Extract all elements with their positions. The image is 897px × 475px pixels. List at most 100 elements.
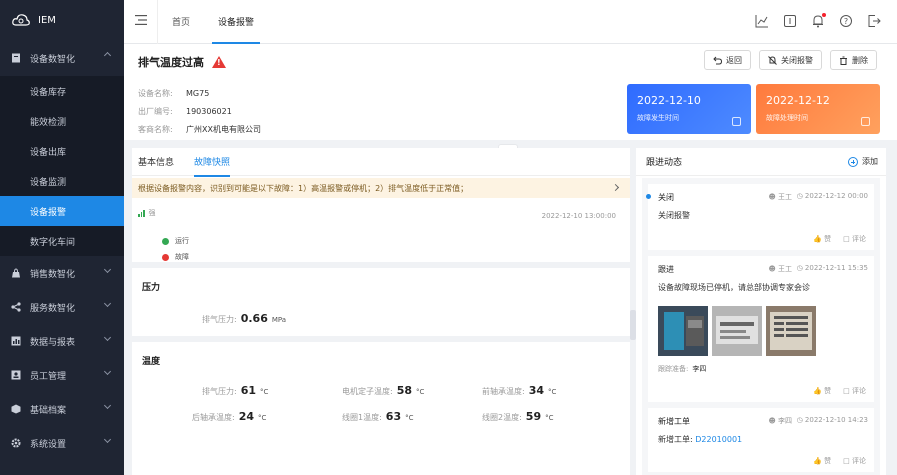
sidebar-sub-workshop[interactable]: 数字化车间 xyxy=(0,226,124,256)
info-value: 190306021 xyxy=(186,106,232,116)
metric-unit: °C xyxy=(258,414,267,422)
log-title: 跟进 xyxy=(658,265,674,274)
sidebar-item-label: 服务数智化 xyxy=(30,303,76,314)
comment-button[interactable]: □ 评论 xyxy=(843,456,866,466)
occur-time-card: 2022-12-10 故障发生时间 xyxy=(627,84,751,134)
sidebar-sub-inventory[interactable]: 设备库存 xyxy=(0,76,124,106)
info-row: 客商名称: 广州XX机电有限公司 xyxy=(138,120,261,138)
like-button[interactable]: 👍 赞 xyxy=(813,234,831,244)
log-author-name: 王工 xyxy=(778,265,792,273)
sidebar-sub-alarm[interactable]: 设备报警 xyxy=(0,196,124,226)
like-label: 赞 xyxy=(824,235,832,243)
sidebar-sub-outbound[interactable]: 设备出库 xyxy=(0,136,124,166)
metric: 前轴承温度: 34 °C xyxy=(482,384,556,397)
metric-value: 61 xyxy=(240,384,257,397)
bell-icon[interactable] xyxy=(811,13,826,28)
detail-tabs: 基本信息 故障快照 xyxy=(132,148,630,177)
list-item: 新增工单 ☻ 李四 ◷ 2022-12-10 14:23 新增工单: D2201… xyxy=(648,408,874,472)
delete-button[interactable]: 删除 xyxy=(830,50,877,70)
running-dot-icon xyxy=(162,237,169,245)
signal-strength: 强 xyxy=(138,208,156,218)
tab-basic-info[interactable]: 基本信息 xyxy=(138,148,174,176)
photo-thumbnail[interactable] xyxy=(712,306,762,356)
calendar-icon xyxy=(861,117,870,126)
handle-date: 2022-12-12 xyxy=(766,94,830,107)
close-alarm-button[interactable]: 关闭报警 xyxy=(759,50,822,70)
list-item: 跟进 ☻ 王工 ◷ 2022-12-11 15:35 设备故障现场已停机，请总部… xyxy=(648,256,874,402)
help-icon[interactable]: ? xyxy=(839,14,853,28)
share-icon xyxy=(10,301,22,313)
metric: 排气压力: 0.66 MPa xyxy=(202,312,286,325)
metric-value: 24 xyxy=(238,410,255,423)
follow-up-list: 关闭 ☻ 王工 ◷ 2022-12-12 00:00 关闭报警 👍 赞 □ 评论… xyxy=(642,178,880,475)
sidebar-item-archive[interactable]: 基础档案 xyxy=(0,392,124,426)
menu-toggle-button[interactable] xyxy=(124,0,158,44)
log-time: ◷ 2022-12-11 15:35 xyxy=(796,264,868,272)
chevron-down-icon xyxy=(103,299,112,308)
book-icon[interactable] xyxy=(783,14,797,28)
sidebar-item-label: 员工管理 xyxy=(30,371,67,382)
tracker-name: 李四 xyxy=(692,365,707,373)
fault-notice[interactable]: 根据设备报警内容，识别到可能是以下故障：1）高温报警或停机；2）排气温度低于正常… xyxy=(132,178,630,198)
sidebar-item-settings[interactable]: 系统设置 xyxy=(0,426,124,460)
photo-list xyxy=(658,306,816,356)
log-time: ◷ 2022-12-12 00:00 xyxy=(796,192,868,200)
metric-unit: °C xyxy=(260,388,269,396)
logout-icon[interactable] xyxy=(867,14,881,28)
tab-home[interactable]: 首页 xyxy=(158,0,204,44)
sidebar-item-reports[interactable]: 数据与报表 xyxy=(0,324,124,358)
log-actions: 👍 赞 □ 评论 xyxy=(813,234,866,244)
log-content-prefix: 新增工单: xyxy=(658,435,693,444)
follow-up-panel: 跟进动态 添加 关闭 ☻ 王工 ◷ 2022-12-12 00:00 关闭报警 … xyxy=(636,148,886,475)
metric-unit: °C xyxy=(545,414,554,422)
work-order-link[interactable]: D22010001 xyxy=(695,435,742,444)
sidebar-item-device[interactable]: 设备数智化 xyxy=(0,40,124,76)
back-button[interactable]: 返回 xyxy=(704,50,751,70)
fault-dot-icon xyxy=(162,253,169,261)
metric-unit: °C xyxy=(416,388,425,396)
info-row: 设备名称: MG75 xyxy=(138,84,261,102)
metric-unit: °C xyxy=(405,414,414,422)
metric-value: 58 xyxy=(396,384,413,397)
device-info: 设备名称: MG75 出厂编号: 190306021 客商名称: 广州XX机电有限公司 xyxy=(138,84,261,138)
comment-label: 评论 xyxy=(852,387,866,395)
tab-fault-snapshot[interactable]: 故障快照 xyxy=(194,148,231,177)
like-button[interactable]: 👍 赞 xyxy=(813,456,831,466)
section-title: 温度 xyxy=(142,357,161,367)
section-title: 压力 xyxy=(142,283,161,293)
app-logo[interactable]: IEM xyxy=(0,0,124,40)
comment-button[interactable]: □ 评论 xyxy=(843,386,866,396)
chevron-down-icon xyxy=(103,435,112,444)
sidebar-item-label: 设备数智化 xyxy=(30,54,76,65)
add-follow-up-button[interactable]: 添加 xyxy=(848,156,878,167)
comment-button[interactable]: □ 评论 xyxy=(843,234,866,244)
log-title: 新增工单 xyxy=(658,417,690,426)
signal-icon xyxy=(138,209,145,217)
app-name: IEM xyxy=(38,14,56,26)
metric-key: 线圈1温度: xyxy=(342,413,382,422)
like-button[interactable]: 👍 赞 xyxy=(813,386,831,396)
sidebar-item-sales[interactable]: 销售数智化 xyxy=(0,256,124,290)
sidebar-sub-monitor[interactable]: 设备监测 xyxy=(0,166,124,196)
svg-text:?: ? xyxy=(844,17,848,26)
alarm-title: 排气温度过高 xyxy=(138,56,204,69)
tab-device-alarm[interactable]: 设备报警 xyxy=(204,0,268,44)
back-icon xyxy=(713,56,723,65)
metric-unit: MPa xyxy=(271,316,287,324)
photo-thumbnail[interactable] xyxy=(766,306,816,356)
fault-notice-text: 根据设备报警内容，识别到可能是以下故障：1）高温报警或停机；2）排气温度低于正常… xyxy=(138,183,469,193)
warning-icon xyxy=(212,56,226,68)
photo-thumbnail[interactable] xyxy=(658,306,708,356)
main-area: 首页 设备报警 ? 排气温度过高 返回 关闭报警 删除 xyxy=(124,0,897,475)
submenu: 设备库存 能效检测 设备出库 设备监测 设备报警 数字化车间 xyxy=(0,76,124,256)
chevron-right-icon xyxy=(611,183,620,192)
stats-icon[interactable] xyxy=(755,14,769,28)
sidebar-sub-energy[interactable]: 能效检测 xyxy=(0,106,124,136)
follow-up-header: 跟进动态 添加 xyxy=(636,148,886,176)
log-content: 新增工单: D22010001 xyxy=(658,434,742,445)
log-time-text: 2022-12-12 00:00 xyxy=(804,192,868,200)
metric-value: 59 xyxy=(525,410,542,423)
info-row: 出厂编号: 190306021 xyxy=(138,102,261,120)
sidebar-item-service[interactable]: 服务数智化 xyxy=(0,290,124,324)
sidebar-item-staff[interactable]: 员工管理 xyxy=(0,358,124,392)
